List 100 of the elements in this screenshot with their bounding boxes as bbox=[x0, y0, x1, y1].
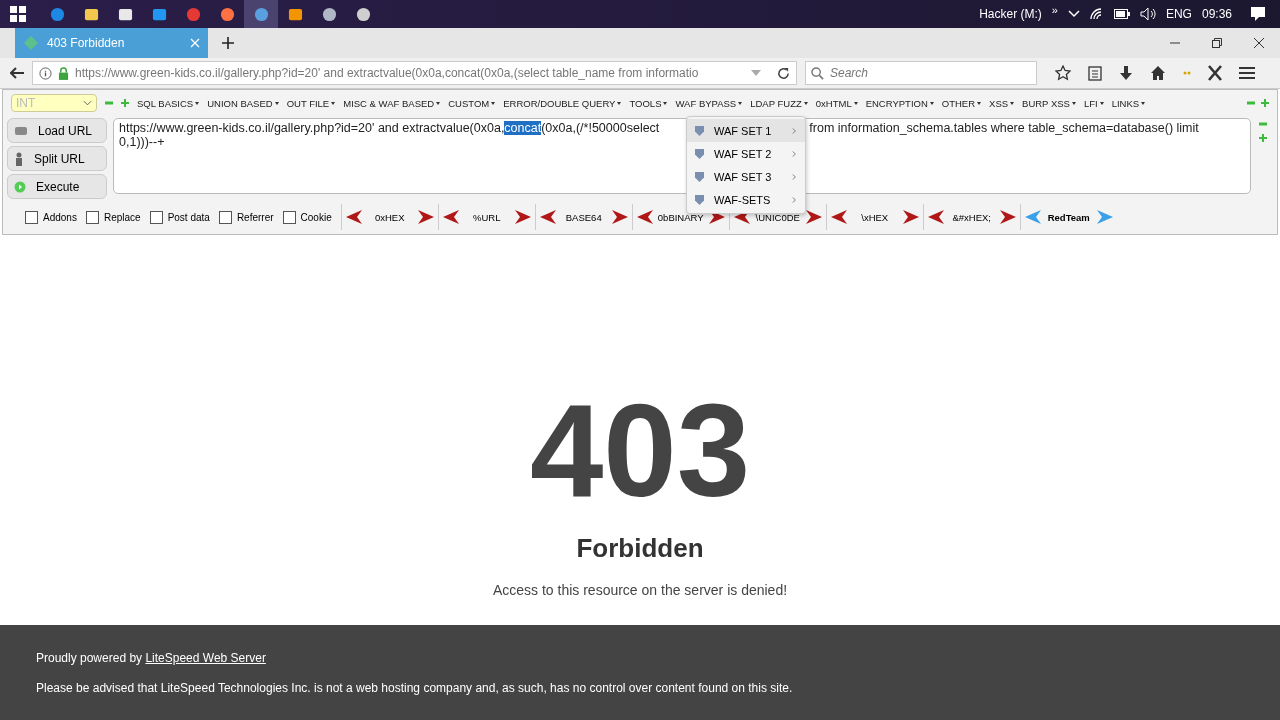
hackbar-menu[interactable]: MISC & WAF BASED bbox=[343, 97, 441, 109]
encoder-label: RedTeam bbox=[1047, 211, 1090, 223]
windows-logo-icon[interactable] bbox=[10, 6, 26, 22]
hackbar-menu[interactable]: LDAP FUZZ bbox=[750, 97, 808, 109]
star-icon[interactable] bbox=[1055, 65, 1071, 81]
hackbar-menu[interactable]: CUSTOM bbox=[448, 97, 496, 109]
left-arrow-icon[interactable] bbox=[345, 210, 362, 224]
encoder-label: \UNIC0DE bbox=[755, 211, 800, 223]
restore-icon[interactable] bbox=[1212, 38, 1222, 48]
shield-icon bbox=[695, 171, 704, 182]
chevron-right-icon bbox=[792, 195, 797, 204]
encoder-label: BASE64 bbox=[565, 211, 602, 223]
overflow-chevrons[interactable]: » bbox=[1051, 4, 1058, 16]
hackbar-button[interactable]: Load URL bbox=[7, 118, 107, 143]
shield-icon bbox=[695, 125, 704, 136]
menu-item[interactable]: WAF SET 3 bbox=[687, 165, 805, 188]
checkbox[interactable] bbox=[282, 210, 296, 224]
right-arrow-icon[interactable] bbox=[805, 210, 822, 224]
encoder-label: %URL bbox=[473, 211, 501, 223]
server-link[interactable]: LiteSpeed Web Server bbox=[145, 650, 266, 665]
app-circle-icon bbox=[185, 6, 201, 22]
speaker-icon[interactable] bbox=[1139, 7, 1156, 21]
checkbox[interactable] bbox=[85, 210, 99, 224]
left-arrow-icon[interactable] bbox=[539, 210, 556, 224]
app-circle-icon bbox=[355, 6, 371, 22]
hackbar-menu[interactable]: BURP XSS bbox=[1022, 97, 1076, 109]
hackbar-menu[interactable]: SQL BASICS bbox=[137, 97, 200, 109]
info-icon[interactable] bbox=[39, 66, 52, 80]
left-arrow-icon[interactable] bbox=[830, 210, 847, 224]
search-icon bbox=[811, 67, 824, 80]
option-checkbox[interactable]: Post data bbox=[149, 210, 210, 224]
drive-label[interactable]: Hacker (M:) bbox=[979, 7, 1042, 21]
encoder-label: 0bBINARY bbox=[657, 211, 704, 223]
footer-notice: Please be advised that LiteSpeed Technologies Inc. is not a web hosting company and, as such, has no control over content found on this site. bbox=[36, 680, 794, 695]
menu-item[interactable]: WAF SET 2 bbox=[687, 142, 805, 165]
padlock-icon bbox=[58, 66, 69, 80]
url-text: https://www.green-kids.co.il/gallery.php?id=20' and extractvalue(0x0a,concat(0x0a,(select table_name from informatio bbox=[75, 66, 700, 80]
hackbar-menu[interactable]: OUT FILE bbox=[286, 97, 336, 109]
hackbar-menu[interactable]: XSS bbox=[989, 97, 1015, 109]
notification-icon[interactable] bbox=[1250, 6, 1266, 22]
checkbox[interactable] bbox=[218, 210, 232, 224]
caret-icon bbox=[83, 100, 92, 106]
play-icon bbox=[14, 180, 26, 193]
hackbar-button[interactable]: Split URL bbox=[7, 146, 107, 171]
option-checkbox[interactable]: Cookie bbox=[282, 210, 332, 224]
diamond-icon bbox=[23, 35, 39, 51]
shield-icon bbox=[695, 148, 704, 159]
clock[interactable]: 09:36 bbox=[1201, 7, 1232, 21]
battery-icon[interactable] bbox=[1113, 9, 1130, 19]
left-arrow-icon[interactable] bbox=[442, 210, 459, 224]
hackbar-menu[interactable]: WAF BYPASS bbox=[675, 97, 743, 109]
app-tile-icon bbox=[117, 6, 133, 22]
right-arrow-icon[interactable] bbox=[514, 210, 531, 224]
chevron-down-icon[interactable] bbox=[1067, 10, 1080, 18]
address-bar[interactable]: https://www.green-kids.co.il/gallery.php?id=20' and extractvalue(0x0a,concat(0x0a,(select table_name from informatio bbox=[32, 61, 797, 85]
reload-icon[interactable] bbox=[777, 66, 790, 80]
chevron-right-icon bbox=[792, 149, 797, 158]
encoder-label: 0xHEX bbox=[374, 211, 405, 223]
hackbar-menu[interactable]: TOOLS bbox=[629, 97, 668, 109]
download-icon[interactable] bbox=[1119, 65, 1133, 81]
right-arrow-icon[interactable] bbox=[999, 210, 1016, 224]
right-arrow-icon[interactable] bbox=[902, 210, 919, 224]
menu-item[interactable]: WAF SET 1 bbox=[687, 119, 805, 142]
menu-icon[interactable] bbox=[1239, 66, 1255, 80]
error-title: Forbidden bbox=[576, 533, 704, 564]
app-circle-icon bbox=[253, 6, 269, 22]
right-arrow-icon[interactable] bbox=[611, 210, 628, 224]
checkbox[interactable] bbox=[25, 210, 38, 224]
left-arrow-icon[interactable] bbox=[927, 210, 944, 224]
option-checkbox[interactable]: Addons bbox=[25, 210, 77, 224]
close-icon[interactable] bbox=[1254, 38, 1264, 48]
error-code: 403 bbox=[529, 385, 751, 517]
option-checkbox[interactable]: Referrer bbox=[218, 210, 274, 224]
hackbar-menu[interactable]: ENCRYPTION bbox=[865, 97, 934, 109]
shield-icon bbox=[695, 194, 704, 205]
wifi-icon[interactable] bbox=[1089, 8, 1104, 20]
search-field[interactable]: Search bbox=[805, 61, 1037, 85]
app-tile-icon bbox=[151, 6, 167, 22]
chevron-right-icon bbox=[792, 172, 797, 181]
hackbar-menu[interactable]: 0xHTML bbox=[815, 97, 858, 109]
hackbar-button[interactable]: Execute bbox=[7, 174, 107, 199]
encoder-label: &#xHEX; bbox=[952, 211, 991, 223]
error-message: Access to this resource on the server is denied! bbox=[492, 582, 788, 598]
back-arrow-icon[interactable] bbox=[10, 67, 24, 79]
language-indicator[interactable]: ENG bbox=[1165, 7, 1192, 21]
hackbar-menu[interactable]: LFI bbox=[1083, 97, 1104, 109]
dots-icon[interactable] bbox=[1183, 71, 1191, 75]
new-tab-icon[interactable] bbox=[222, 37, 234, 49]
option-checkbox[interactable]: Replace bbox=[85, 210, 141, 224]
hackbar-menu[interactable]: ERROR/DOUBLE QUERY bbox=[503, 97, 622, 109]
app-circle-icon bbox=[49, 6, 65, 22]
home-icon[interactable] bbox=[1150, 65, 1166, 81]
hackbar-menu[interactable]: LINKS bbox=[1111, 97, 1146, 109]
x-letter-icon[interactable] bbox=[1208, 65, 1222, 81]
right-arrow-icon[interactable] bbox=[417, 210, 434, 224]
hackbar-menu[interactable]: OTHER bbox=[941, 97, 982, 109]
clipboard-icon[interactable] bbox=[1088, 65, 1102, 81]
left-arrow-icon[interactable] bbox=[636, 210, 653, 224]
hackbar-menu[interactable]: UNION BASED bbox=[207, 97, 279, 109]
checkbox[interactable] bbox=[149, 210, 163, 224]
